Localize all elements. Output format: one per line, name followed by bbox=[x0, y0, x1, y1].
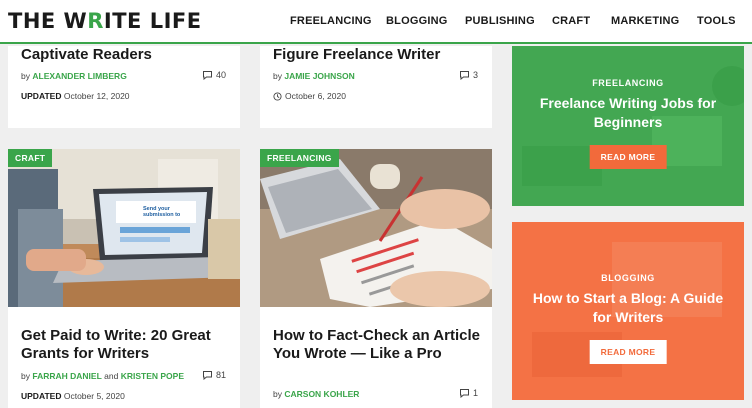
read-more-button[interactable]: READ MORE bbox=[589, 145, 667, 169]
author-link[interactable]: FARRAH DANIEL bbox=[32, 371, 101, 381]
article-date: UPDATED October 12, 2020 bbox=[21, 91, 130, 101]
article-card[interactable]: Send your submission to CRAFT Get Paid t… bbox=[8, 149, 240, 408]
updated-label: UPDATED bbox=[21, 91, 62, 101]
laptop-screen-text: Send your submission to bbox=[143, 206, 181, 218]
author-link[interactable]: JAMIE JOHNSON bbox=[284, 71, 354, 81]
article-card[interactable]: Figure Freelance Writer by JAMIE JOHNSON… bbox=[260, 46, 492, 128]
comment-count-value: 40 bbox=[215, 70, 226, 80]
comment-bubble-icon bbox=[202, 71, 212, 80]
author-link[interactable]: ALEXANDER LIMBERG bbox=[32, 71, 126, 81]
nav-marketing[interactable]: MARKETING bbox=[611, 15, 679, 27]
by-label: by bbox=[273, 71, 282, 81]
promo-category: BLOGGING bbox=[601, 273, 655, 283]
article-title[interactable]: How to Fact-Check an Article You Wrote —… bbox=[273, 327, 488, 363]
updated-label: UPDATED bbox=[21, 391, 62, 401]
comment-count-value: 3 bbox=[472, 70, 478, 80]
author-link[interactable]: CARSON KOHLER bbox=[284, 389, 359, 399]
article-date: October 6, 2020 bbox=[273, 91, 346, 101]
read-more-button[interactable]: READ MORE bbox=[589, 340, 667, 364]
nav-craft[interactable]: CRAFT bbox=[552, 15, 590, 27]
date-value: October 12, 2020 bbox=[63, 91, 130, 101]
comment-bubble-icon bbox=[202, 371, 212, 380]
comment-count[interactable]: 40 bbox=[202, 70, 226, 80]
article-image-laptop[interactable]: Send your submission to bbox=[8, 149, 240, 307]
category-badge[interactable]: CRAFT bbox=[8, 149, 53, 167]
comment-bubble-icon bbox=[459, 71, 469, 80]
comment-count-value: 81 bbox=[215, 370, 226, 380]
author-link[interactable]: KRISTEN POPE bbox=[121, 371, 184, 381]
logo-text-prefix: THE W bbox=[8, 9, 88, 33]
date-value: October 5, 2020 bbox=[63, 391, 125, 401]
by-label: by bbox=[21, 371, 30, 381]
article-card[interactable]: FREELANCING How to Fact-Check an Article… bbox=[260, 149, 492, 408]
and-label: and bbox=[104, 371, 119, 381]
comment-count[interactable]: 3 bbox=[459, 70, 478, 80]
site-header: THE WRITE LIFE FREELANCING BLOGGING PUBL… bbox=[0, 0, 752, 44]
article-byline: by CARSON KOHLER bbox=[273, 389, 359, 399]
nav-blogging[interactable]: BLOGGING bbox=[386, 15, 448, 27]
nav-tools[interactable]: TOOLS bbox=[697, 15, 736, 27]
by-label: by bbox=[21, 71, 30, 81]
clock-icon bbox=[273, 91, 282, 101]
article-byline: by FARRAH DANIEL and KRISTEN POPE bbox=[21, 371, 184, 381]
comment-bubble-icon bbox=[459, 389, 469, 398]
category-badge[interactable]: FREELANCING bbox=[260, 149, 339, 167]
article-title[interactable]: Figure Freelance Writer bbox=[273, 46, 488, 64]
article-image-proofreading[interactable] bbox=[260, 149, 492, 307]
article-date: UPDATED October 5, 2020 bbox=[21, 391, 125, 401]
comment-count[interactable]: 1 bbox=[459, 388, 478, 398]
promo-title[interactable]: How to Start a Blog: A Guide for Writers bbox=[512, 289, 744, 327]
article-title[interactable]: Captivate Readers bbox=[21, 46, 236, 64]
logo-text-accent: R bbox=[87, 9, 104, 33]
article-byline: by JAMIE JOHNSON bbox=[273, 71, 355, 81]
nav-freelancing[interactable]: FREELANCING bbox=[290, 15, 372, 27]
by-label: by bbox=[273, 389, 282, 399]
logo-text-rest: ITE LIFE bbox=[103, 9, 202, 33]
site-logo[interactable]: THE WRITE LIFE bbox=[8, 9, 202, 33]
promo-card[interactable]: FREELANCING Freelance Writing Jobs for B… bbox=[512, 46, 744, 206]
article-title[interactable]: Get Paid to Write: 20 Great Grants for W… bbox=[21, 327, 236, 363]
nav-publishing[interactable]: PUBLISHING bbox=[465, 15, 535, 27]
article-byline: by ALEXANDER LIMBERG bbox=[21, 71, 127, 81]
promo-card[interactable]: BLOGGING How to Start a Blog: A Guide fo… bbox=[512, 222, 744, 400]
promo-category: FREELANCING bbox=[592, 78, 664, 88]
promo-title[interactable]: Freelance Writing Jobs for Beginners bbox=[512, 94, 744, 132]
article-card[interactable]: Captivate Readers by ALEXANDER LIMBERG 4… bbox=[8, 46, 240, 128]
comment-count[interactable]: 81 bbox=[202, 370, 226, 380]
comment-count-value: 1 bbox=[472, 388, 478, 398]
date-value: October 6, 2020 bbox=[285, 91, 346, 101]
